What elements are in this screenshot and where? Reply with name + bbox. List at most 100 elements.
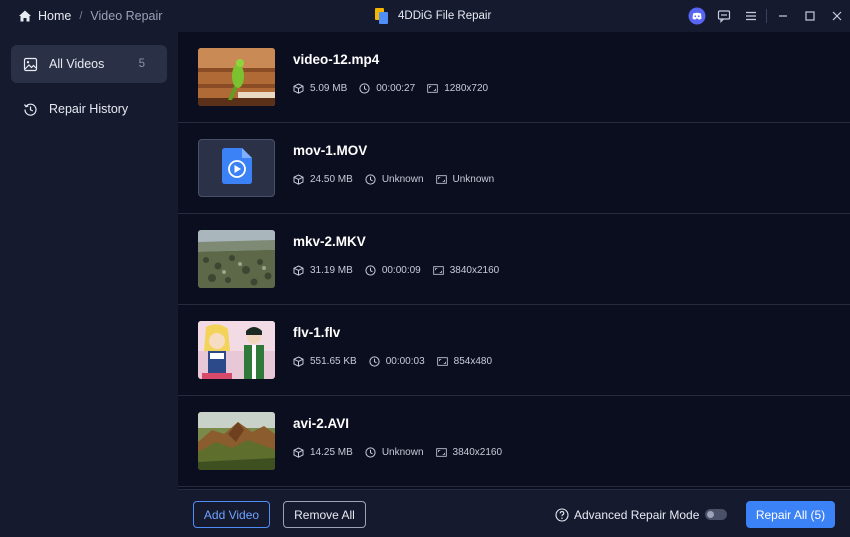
file-size: 24.50 MB (293, 174, 353, 185)
app-logo-icon (375, 8, 388, 24)
video-info: video-12.mp4 5.09 MB 00:00:27 1280x720 (293, 52, 500, 94)
duration: 00:00:09 (365, 265, 421, 276)
resolution-icon (436, 356, 448, 367)
sidebar-item-all-videos[interactable]: All Videos 5 (11, 45, 167, 83)
repair-all-button[interactable]: Repair All (5) (746, 501, 835, 528)
video-meta: 24.50 MB Unknown Unknown (293, 174, 506, 185)
duration-text: Unknown (381, 447, 424, 458)
resolution: Unknown (435, 174, 495, 185)
breadcrumb-current: Video Repair (90, 9, 163, 23)
video-row[interactable]: flv-1.flv 551.65 KB 00:00:03 854x480 (178, 305, 850, 396)
cube-icon (293, 83, 304, 94)
file-name: mov-1.MOV (293, 143, 368, 158)
file-name: mkv-2.MKV (293, 234, 366, 249)
menu-icon[interactable] (737, 4, 764, 28)
duration-text: 00:00:09 (381, 265, 421, 276)
sidebar-item-repair-history[interactable]: Repair History (11, 90, 167, 128)
sidebar: All Videos 5 Repair History (0, 32, 178, 537)
video-meta: 5.09 MB 00:00:27 1280x720 (293, 83, 500, 94)
clock-icon (359, 83, 370, 94)
controls-divider (766, 9, 767, 23)
title-bar: Home / Video Repair 4DDiG File Repair (0, 0, 850, 32)
file-size-text: 551.65 KB (310, 356, 357, 367)
video-thumbnail-placeholder (198, 139, 275, 197)
video-row[interactable]: video-12.mp4 5.09 MB 00:00:27 1280x720 (178, 32, 850, 123)
advanced-repair-mode: Advanced Repair Mode (555, 501, 728, 528)
maximize-icon[interactable] (796, 4, 823, 28)
remove-all-button[interactable]: Remove All (283, 501, 366, 528)
video-file-icon (221, 147, 252, 189)
sidebar-item-label: Repair History (49, 102, 129, 116)
video-info: avi-2.AVI 14.25 MB Unknown 3840x2160 (293, 416, 514, 458)
duration-text: Unknown (381, 174, 424, 185)
resolution-text: 854x480 (453, 356, 493, 367)
home-icon[interactable] (18, 9, 32, 23)
video-info: mov-1.MOV 24.50 MB Unknown Unknown (293, 143, 506, 185)
video-list: video-12.mp4 5.09 MB 00:00:27 1280x720 m… (178, 32, 850, 489)
video-row[interactable]: mkv-2.MKV 31.19 MB 00:00:09 3840x2160 (178, 214, 850, 305)
breadcrumb-separator: / (79, 10, 83, 22)
add-video-button[interactable]: Add Video (193, 501, 270, 528)
duration-text: 00:00:03 (385, 356, 425, 367)
video-row[interactable]: mov-1.MOV 24.50 MB Unknown Unknown (178, 123, 850, 214)
clock-icon (369, 356, 380, 367)
resolution-icon (433, 265, 444, 276)
image-icon (23, 57, 38, 72)
toggle-knob (707, 511, 715, 518)
file-size: 551.65 KB (293, 356, 357, 367)
clock-icon (365, 447, 376, 458)
file-name: avi-2.AVI (293, 416, 350, 431)
clock-icon (365, 265, 376, 276)
resolution: 854x480 (436, 356, 493, 367)
resolution-icon (435, 447, 447, 458)
minimize-icon[interactable] (769, 4, 796, 28)
resolution-icon (435, 174, 447, 185)
video-meta: 14.25 MB Unknown 3840x2160 (293, 447, 514, 458)
resolution-text: 1280x720 (444, 83, 489, 94)
duration: 00:00:03 (369, 356, 425, 367)
file-name: flv-1.flv (293, 325, 341, 340)
file-size: 14.25 MB (293, 447, 353, 458)
file-size-text: 5.09 MB (310, 83, 348, 94)
resolution-text: Unknown (452, 174, 495, 185)
video-info: flv-1.flv 551.65 KB 00:00:03 854x480 (293, 325, 504, 367)
resolution-text: 3840x2160 (449, 265, 500, 276)
file-size-text: 31.19 MB (310, 265, 353, 276)
duration: 00:00:27 (359, 83, 415, 94)
cube-icon (293, 447, 304, 458)
advanced-repair-toggle[interactable] (705, 509, 728, 520)
file-size-text: 24.50 MB (310, 174, 353, 185)
video-thumbnail (198, 412, 275, 470)
help-icon[interactable] (555, 507, 569, 522)
discord-icon[interactable] (683, 4, 710, 28)
video-thumbnail (198, 230, 275, 288)
video-row[interactable]: avi-2.AVI 14.25 MB Unknown 3840x2160 (178, 396, 850, 487)
window-controls (683, 0, 850, 32)
duration: Unknown (365, 174, 424, 185)
file-size: 31.19 MB (293, 265, 353, 276)
resolution: 3840x2160 (433, 265, 500, 276)
cube-icon (293, 174, 304, 185)
video-meta: 551.65 KB 00:00:03 854x480 (293, 356, 504, 367)
clock-icon (365, 174, 376, 185)
sidebar-item-label: All Videos (49, 57, 105, 71)
video-thumbnail (198, 321, 275, 379)
advanced-repair-label: Advanced Repair Mode (574, 507, 700, 522)
file-size: 5.09 MB (293, 83, 347, 94)
video-thumbnail (198, 48, 275, 106)
app-title: 4DDiG File Repair (375, 0, 491, 32)
app-title-text: 4DDiG File Repair (398, 10, 492, 22)
video-meta: 31.19 MB 00:00:09 3840x2160 (293, 265, 511, 276)
breadcrumb: Home / Video Repair (0, 9, 162, 23)
close-icon[interactable] (823, 4, 850, 28)
file-name: video-12.mp4 (293, 52, 380, 67)
breadcrumb-home[interactable]: Home (38, 9, 71, 23)
duration-text: 00:00:27 (376, 83, 416, 94)
cube-icon (293, 356, 304, 367)
cube-icon (293, 265, 304, 276)
file-size-text: 14.25 MB (310, 447, 353, 458)
resolution-icon (427, 83, 438, 94)
history-icon (23, 102, 38, 117)
feedback-icon[interactable] (710, 4, 737, 28)
resolution: 1280x720 (427, 83, 488, 94)
